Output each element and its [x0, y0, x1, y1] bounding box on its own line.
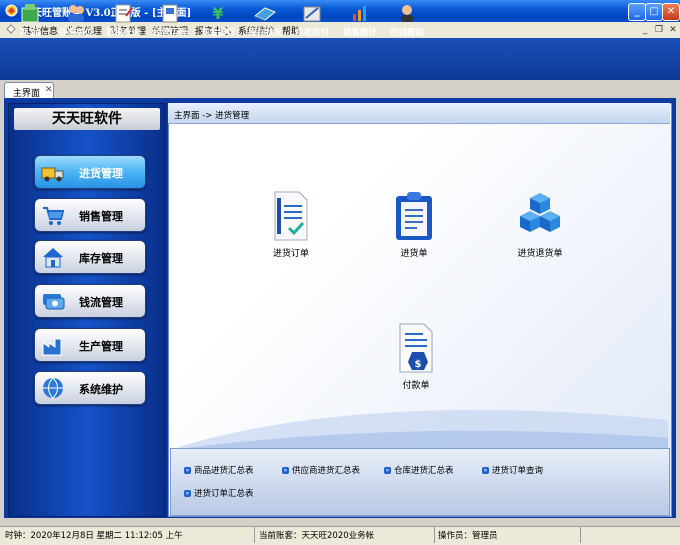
arrow-icon: »: [384, 467, 391, 474]
func-label: 付款单: [402, 381, 430, 391]
nav-label: 销售管理: [79, 210, 123, 223]
close-button[interactable]: ✕: [662, 3, 680, 21]
status-operator: 操作员：管理员: [438, 531, 498, 541]
minimize-button[interactable]: _: [628, 3, 646, 21]
func-label: 进货退货单: [517, 249, 563, 259]
status-account: 当前账套：天天旺2020业务帐: [259, 531, 375, 541]
status-clock: 时钟：2020年12月8日 星期二 11:12:05 上午: [5, 531, 183, 541]
toolbar-draft-button[interactable]: 草稿查询: [101, 2, 145, 40]
history-icon: [162, 4, 178, 23]
link-label: 仓库进货汇总表: [394, 466, 454, 476]
nav-label: 系统维护: [79, 383, 123, 396]
func-label: 进货单: [400, 249, 428, 259]
globe-icon: [43, 377, 63, 399]
toolbar-inventory-button[interactable]: 库存状况: [243, 2, 287, 40]
help-icon: [401, 5, 413, 22]
contacts-icon: [68, 5, 84, 22]
func-purchase-return[interactable]: 进货退货单: [500, 190, 580, 270]
toolbar: [0, 38, 680, 80]
receivable-icon: [303, 6, 321, 22]
toolbar-sales-stats-button[interactable]: 销售统计: [338, 2, 382, 40]
toolbar-label: 往来单位: [58, 28, 93, 38]
toolbar-label: 在线帮助: [389, 28, 424, 38]
nav-label: 进货管理: [79, 167, 123, 180]
nav-system[interactable]: 系统维护: [34, 371, 146, 405]
toolbar-label: 应收应付: [294, 28, 329, 38]
breadcrumb: 主界面 -> 进货管理: [174, 111, 250, 121]
nav-label: 钱流管理: [79, 296, 123, 309]
toolbar-products-button[interactable]: 商 品: [10, 2, 50, 40]
truck-icon: [41, 167, 64, 182]
house-icon: [43, 248, 63, 268]
mdi-restore-icon[interactable]: ❐: [654, 25, 664, 35]
nav-label: 库存管理: [79, 252, 123, 265]
money-icon: [43, 294, 65, 310]
status-divider: [580, 527, 581, 543]
nav-cashflow[interactable]: 钱流管理: [34, 284, 146, 318]
mdi-close-icon[interactable]: ✕: [668, 25, 678, 35]
toolbar-label: 销售统计: [342, 28, 377, 38]
nav-sales[interactable]: 销售管理: [34, 198, 146, 232]
status-divider: [254, 527, 255, 543]
link-label: 进货订单汇总表: [194, 489, 254, 499]
status-divider: [434, 527, 435, 543]
tab-main[interactable]: 主界面 ✕: [4, 82, 54, 99]
nav-production[interactable]: 生产管理: [34, 328, 146, 362]
toolbar-label: 现金银行: [200, 28, 235, 38]
cash-icon: ¥: [212, 4, 223, 23]
tab-strip: [0, 80, 680, 98]
func-purchase-receipt[interactable]: 进货单: [374, 190, 454, 270]
arrow-icon: »: [184, 490, 191, 497]
nav-label: 生产管理: [79, 340, 123, 353]
link-supplier-purchase-summary[interactable]: » 供应商进货汇总表: [282, 464, 360, 476]
toolbar-history-button[interactable]: 经营历程: [148, 2, 192, 40]
toolbar-label: 库存状况: [247, 28, 282, 38]
toolbar-cash-button[interactable]: ¥ 现金银行: [196, 2, 240, 40]
arrow-icon: »: [282, 467, 289, 474]
mdi-minimize-icon[interactable]: _: [640, 25, 650, 35]
link-warehouse-purchase-summary[interactable]: » 仓库进货汇总表: [384, 464, 454, 476]
svg-text:¥: ¥: [212, 4, 223, 23]
nav-purchase[interactable]: 进货管理: [34, 155, 146, 189]
link-label: 进货订单查询: [492, 466, 544, 476]
func-purchase-order[interactable]: 进货订单: [251, 190, 331, 270]
link-label: 商品进货汇总表: [194, 466, 254, 476]
boxes-icon: [520, 193, 560, 232]
svg-text:$: $: [415, 359, 422, 370]
toolbar-receivable-button[interactable]: 应收应付: [290, 2, 334, 40]
toolbar-contacts-button[interactable]: 往来单位: [54, 2, 98, 40]
sales-stats-icon: [353, 6, 366, 21]
order-document-icon: [274, 191, 308, 241]
link-label: 供应商进货汇总表: [292, 466, 361, 476]
toolbar-label: 草稿查询: [105, 28, 140, 38]
toolbar-help-button[interactable]: 在线帮助: [385, 2, 429, 40]
func-payment[interactable]: $ 付款单: [376, 322, 456, 402]
func-label: 进货订单: [272, 249, 309, 259]
inventory-icon: [254, 7, 276, 22]
maximize-button[interactable]: □: [645, 3, 663, 21]
clipboard-icon: [396, 192, 432, 240]
cart-icon: [43, 207, 65, 225]
toolbar-label: 商 品: [20, 28, 40, 38]
factory-icon: [42, 338, 62, 356]
tab-close-icon[interactable]: ✕: [45, 85, 53, 95]
link-purchase-order-summary[interactable]: » 进货订单汇总表: [184, 487, 254, 499]
toolbar-label: 经营历程: [152, 28, 187, 38]
nav-inventory[interactable]: 库存管理: [34, 240, 146, 274]
arrow-icon: »: [482, 467, 489, 474]
link-purchase-order-query[interactable]: » 进货订单查询: [482, 464, 543, 476]
arrow-icon: »: [184, 467, 191, 474]
report-links-panel: [170, 448, 670, 516]
product-icon: [21, 4, 39, 23]
draft-icon: [115, 4, 133, 23]
brand-logo: 天天旺软件: [14, 108, 160, 130]
link-product-purchase-summary[interactable]: » 商品进货汇总表: [184, 464, 254, 476]
payment-document-icon: $: [399, 323, 433, 373]
